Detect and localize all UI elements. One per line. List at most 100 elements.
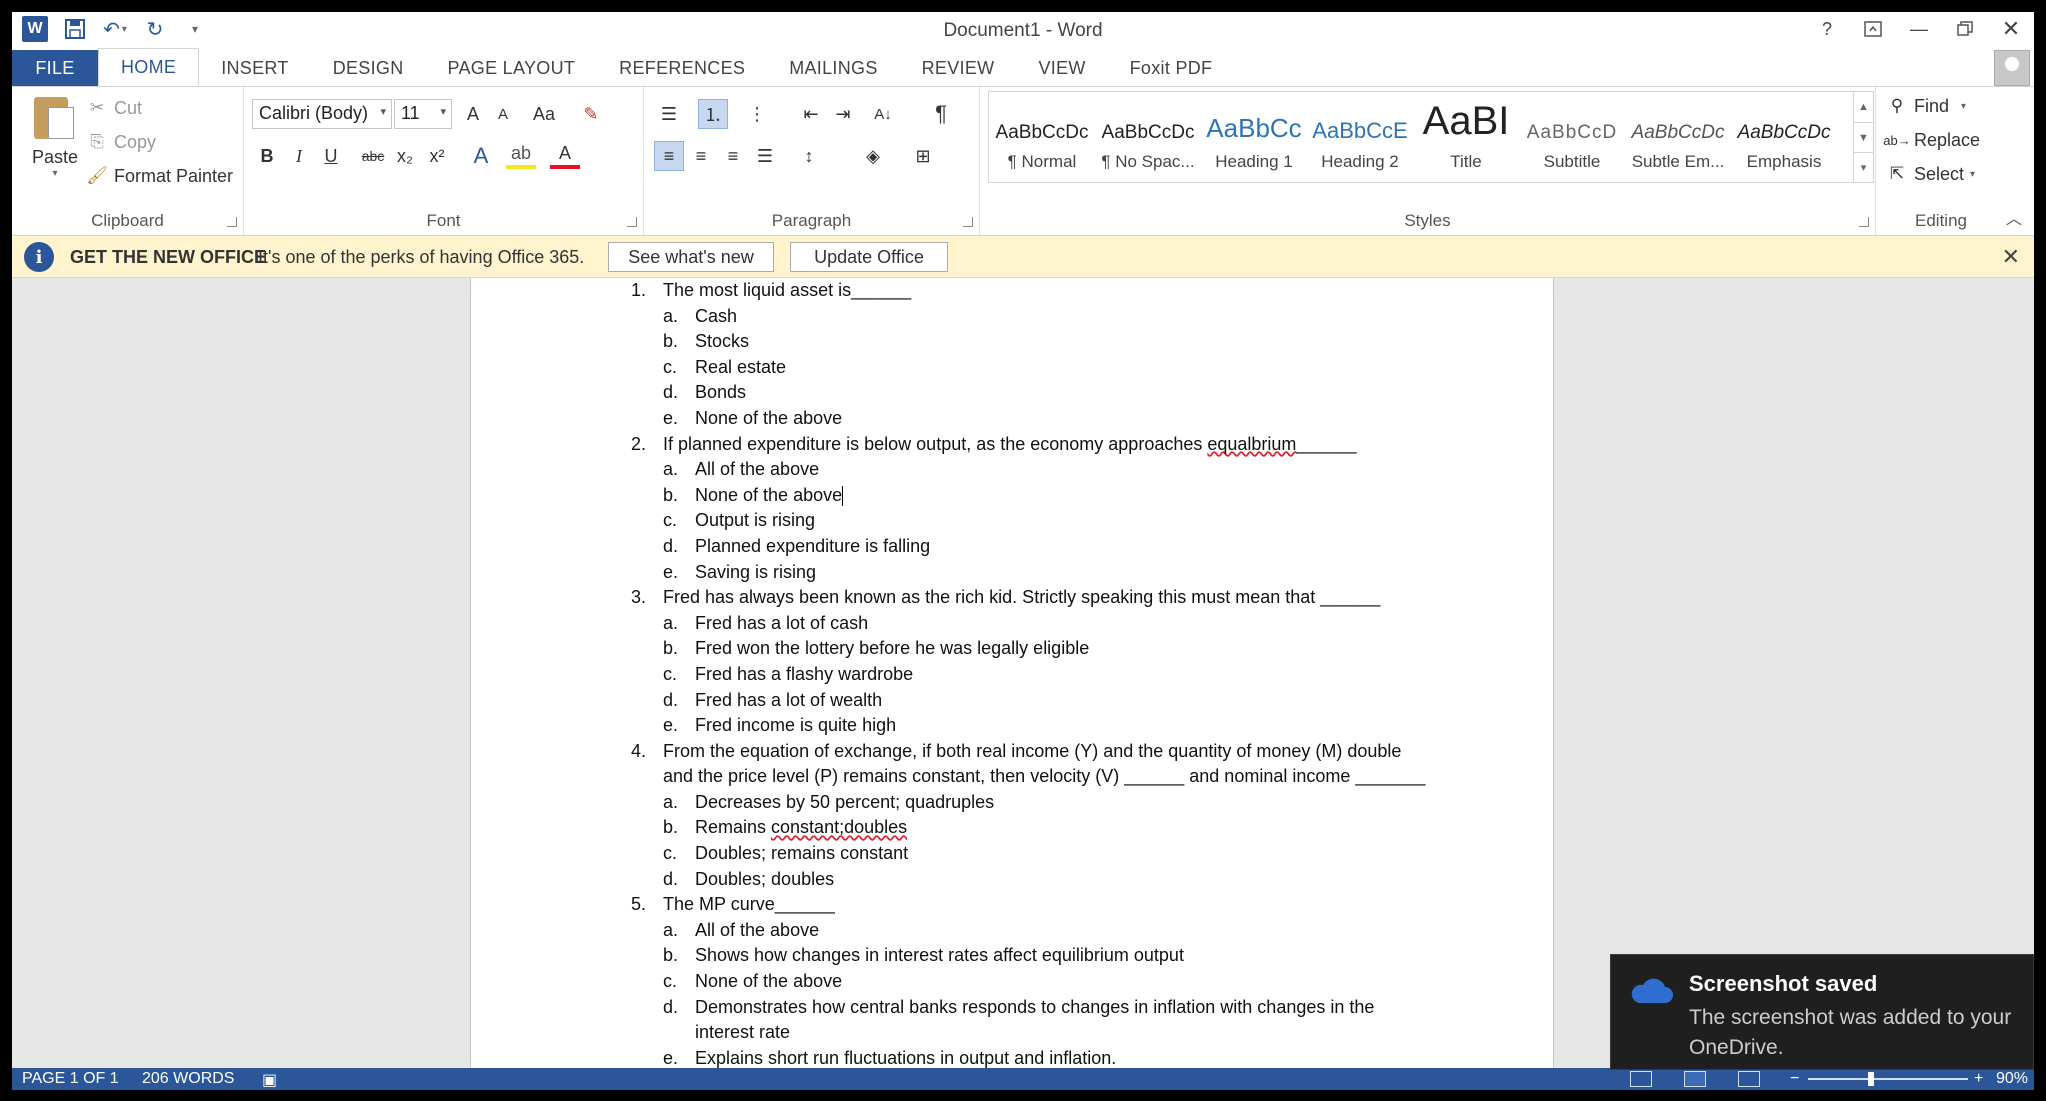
- close-message-bar-icon[interactable]: ✕: [2002, 244, 2020, 270]
- tab-mailings[interactable]: MAILINGS: [767, 50, 899, 86]
- zoom-slider-thumb[interactable]: [1868, 1072, 1874, 1086]
- align-right-icon[interactable]: ≡: [718, 141, 748, 171]
- text-effects-icon[interactable]: A: [466, 141, 496, 171]
- style-name: Heading 2: [1321, 152, 1399, 171]
- align-center-icon[interactable]: ≡: [686, 141, 716, 171]
- spelling-error[interactable]: constant;doubles: [771, 817, 907, 837]
- zoom-slider[interactable]: [1808, 1078, 1968, 1080]
- bullets-icon[interactable]: ☰: [654, 99, 684, 129]
- styles-launcher-icon[interactable]: [1859, 217, 1869, 227]
- shrink-font-icon[interactable]: A: [488, 99, 518, 129]
- show-formatting-icon[interactable]: ¶: [926, 99, 956, 129]
- font-name-combo[interactable]: Calibri (Body) ▾: [252, 99, 392, 129]
- zoom-level[interactable]: 90%: [1996, 1070, 2028, 1088]
- collapse-ribbon-icon[interactable]: ︿: [2006, 205, 2022, 229]
- list-item: c. Output is rising: [663, 510, 816, 531]
- style-sample: AaBbCcDc: [1631, 122, 1725, 143]
- cut-button[interactable]: ✂ Cut: [86, 97, 142, 119]
- clear-formatting-icon[interactable]: ✎: [576, 99, 606, 129]
- italic-icon[interactable]: I: [284, 141, 314, 171]
- onedrive-toast[interactable]: Screenshot saved The screenshot was adde…: [1610, 954, 2034, 1070]
- shading-icon[interactable]: ◈: [858, 141, 888, 171]
- tab-design[interactable]: DESIGN: [311, 50, 426, 86]
- select-button[interactable]: ⇱ Select ▾: [1886, 163, 1975, 185]
- restore-icon[interactable]: [1952, 16, 1978, 42]
- highlight-icon[interactable]: ab: [506, 141, 536, 169]
- clipboard-launcher-icon[interactable]: [227, 217, 237, 227]
- font-size-combo[interactable]: 11 ▾: [394, 99, 452, 129]
- tab-foxit-pdf[interactable]: Foxit PDF: [1108, 50, 1235, 86]
- zoom-out-icon[interactable]: −: [1790, 1070, 1799, 1088]
- word-count[interactable]: 206 WORDS: [142, 1070, 234, 1088]
- tab-review[interactable]: REVIEW: [900, 50, 1017, 86]
- style-subtitle[interactable]: AaBbCcD Subtitle: [1519, 92, 1625, 182]
- paste-button[interactable]: Paste ▾: [20, 93, 90, 179]
- read-mode-icon[interactable]: [1630, 1071, 1652, 1087]
- format-painter-button[interactable]: 🖌 Format Painter: [86, 165, 233, 187]
- paste-icon: [34, 93, 76, 141]
- proofing-icon[interactable]: ▣: [262, 1070, 277, 1090]
- bold-icon[interactable]: B: [252, 141, 282, 171]
- paragraph-launcher-icon[interactable]: [963, 217, 973, 227]
- grow-font-icon[interactable]: A: [458, 99, 488, 129]
- spelling-error[interactable]: equalbrium: [1207, 434, 1296, 454]
- font-color-icon[interactable]: A: [550, 141, 580, 169]
- list-item: b. Fred won the lottery before he was leg…: [663, 638, 1090, 659]
- subscript-icon[interactable]: x₂: [390, 141, 420, 171]
- see-whats-new-button[interactable]: See what's new: [608, 242, 774, 272]
- styles-gallery: AaBbCcDc ¶ Normal AaBbCcDc ¶ No Spac... …: [988, 91, 1874, 183]
- font-size-value: 11: [401, 103, 420, 123]
- style-emphasis[interactable]: AaBbCcDc Emphasis: [1731, 92, 1837, 182]
- gallery-more-icon[interactable]: ▾: [1853, 152, 1873, 182]
- decrease-indent-icon[interactable]: ⇤: [796, 99, 826, 129]
- document-content[interactable]: 1. The most liquid asset is______ a. Cash…: [631, 278, 1431, 1071]
- ribbon-tabs: FILE HOME INSERT DESIGN PAGE LAYOUT REFE…: [12, 48, 2034, 86]
- zoom-in-icon[interactable]: +: [1974, 1070, 1983, 1088]
- list-item: d. Fred has a lot of wealth: [663, 689, 883, 710]
- page-count[interactable]: PAGE 1 OF 1: [22, 1070, 119, 1088]
- multilevel-list-icon[interactable]: ⋮: [742, 99, 772, 129]
- style-heading-1[interactable]: AaBbCc Heading 1: [1201, 92, 1307, 182]
- font-launcher-icon[interactable]: [627, 217, 637, 227]
- find-label: Find: [1914, 95, 1950, 116]
- print-layout-icon[interactable]: [1684, 1071, 1706, 1087]
- tab-references[interactable]: REFERENCES: [597, 50, 767, 86]
- change-case-icon[interactable]: Aa: [524, 99, 564, 129]
- document-page[interactable]: 1. The most liquid asset is______ a. Cash…: [470, 278, 1554, 1068]
- numbering-icon[interactable]: ⒈: [698, 99, 728, 129]
- help-icon[interactable]: ?: [1814, 16, 1840, 42]
- close-icon[interactable]: ✕: [1998, 16, 2024, 42]
- align-left-icon[interactable]: ≡: [654, 141, 684, 171]
- justify-icon[interactable]: ☰: [750, 141, 780, 171]
- minimize-icon[interactable]: —: [1906, 16, 1932, 42]
- increase-indent-icon[interactable]: ⇥: [828, 99, 858, 129]
- borders-icon[interactable]: ⊞: [908, 141, 938, 171]
- tab-home[interactable]: HOME: [98, 48, 200, 86]
- style-heading-2[interactable]: AaBbCcE Heading 2: [1307, 92, 1413, 182]
- gallery-scroll-down-icon[interactable]: ▼: [1853, 122, 1873, 152]
- tab-view[interactable]: VIEW: [1016, 50, 1107, 86]
- underline-icon[interactable]: U: [316, 141, 346, 171]
- superscript-icon[interactable]: x²: [422, 141, 452, 171]
- replace-button[interactable]: ab→ Replace: [1883, 129, 1980, 151]
- update-office-button[interactable]: Update Office: [790, 242, 948, 272]
- style-normal[interactable]: AaBbCcDc ¶ Normal: [989, 92, 1095, 182]
- copy-button[interactable]: ⎘ Copy: [86, 131, 156, 153]
- sort-icon[interactable]: A↓: [868, 99, 898, 129]
- tab-insert[interactable]: INSERT: [199, 50, 310, 86]
- user-avatar[interactable]: [1994, 50, 2030, 86]
- find-button[interactable]: ⚲ Find ▾: [1886, 95, 1966, 117]
- style-title[interactable]: AaBI Title: [1413, 92, 1519, 182]
- style-sample: AaBbCcDc: [1737, 122, 1831, 143]
- style-name: Title: [1450, 152, 1482, 171]
- style-subtle-emphasis[interactable]: AaBbCcDc Subtle Em...: [1625, 92, 1731, 182]
- strikethrough-icon[interactable]: abc: [358, 141, 388, 171]
- line-spacing-icon[interactable]: ↕: [794, 141, 824, 171]
- gallery-scroll-up-icon[interactable]: ▲: [1853, 92, 1873, 122]
- tab-file[interactable]: FILE: [12, 50, 98, 86]
- ribbon-display-options-icon[interactable]: [1860, 16, 1886, 42]
- format-painter-label: Format Painter: [114, 165, 234, 186]
- web-layout-icon[interactable]: [1738, 1071, 1760, 1087]
- style-no-spacing[interactable]: AaBbCcDc ¶ No Spac...: [1095, 92, 1201, 182]
- tab-page-layout[interactable]: PAGE LAYOUT: [426, 50, 598, 86]
